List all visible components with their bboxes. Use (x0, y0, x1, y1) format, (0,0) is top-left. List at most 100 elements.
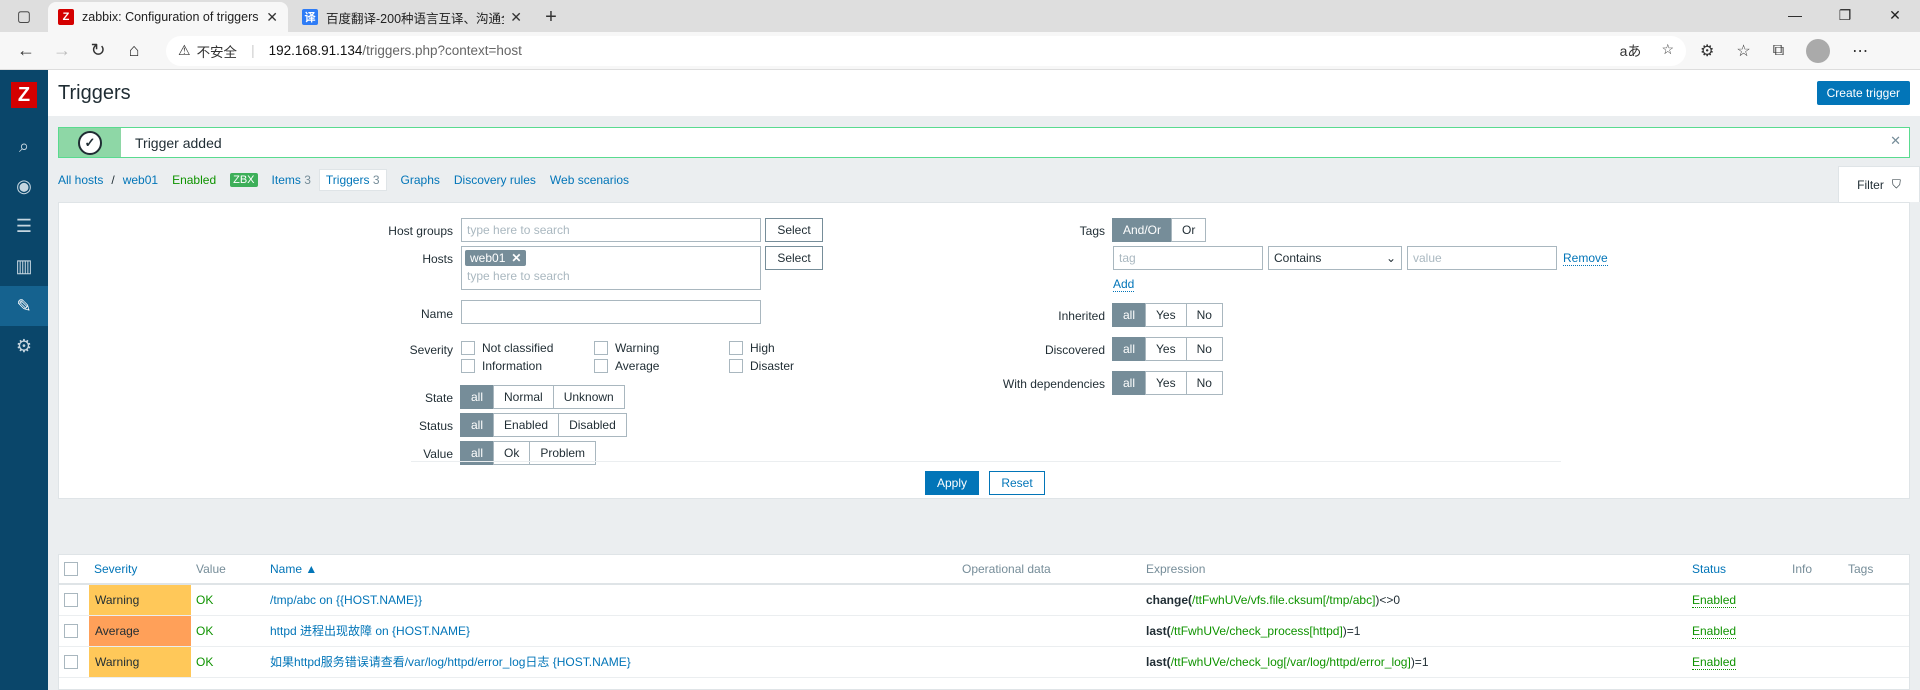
inherited-no[interactable]: No (1185, 303, 1223, 327)
tag-operator-select[interactable]: Contains ⌄ (1268, 246, 1402, 270)
trigger-name-link[interactable]: 如果httpd服务错误请查看/var/log/httpd/error_log日志… (270, 655, 631, 669)
host-groups-input[interactable]: type here to search (461, 218, 761, 242)
discovered-no[interactable]: No (1185, 337, 1223, 361)
status-all[interactable]: all (460, 413, 495, 437)
configuration-wrench-icon[interactable]: ✎ (0, 286, 48, 326)
close-window-icon[interactable]: ✕ (1870, 0, 1920, 30)
state-normal[interactable]: Normal (493, 385, 554, 409)
status-toggle-link[interactable]: Enabled (1692, 623, 1737, 639)
remove-chip-icon[interactable]: ✕ (511, 251, 521, 265)
administration-gear-icon[interactable]: ⚙ (0, 326, 48, 366)
discovered-all[interactable]: all (1112, 337, 1147, 361)
row-checkbox[interactable] (64, 654, 89, 669)
forward-icon[interactable]: → (44, 33, 80, 69)
nav-discovery-rules[interactable]: Discovery rules (454, 173, 536, 187)
apply-button[interactable]: Apply (925, 471, 979, 495)
restore-icon[interactable]: ❐ (1820, 0, 1870, 30)
dependencies-yes[interactable]: Yes (1145, 371, 1187, 395)
select-all-checkbox[interactable] (64, 562, 89, 576)
status-toggle-link[interactable]: Enabled (1692, 654, 1737, 670)
search-icon[interactable]: ⌕ (0, 126, 48, 166)
tag-name-input[interactable]: tag (1113, 246, 1263, 270)
more-menu-icon[interactable]: ⋯ (1852, 41, 1868, 61)
state-all[interactable]: all (460, 385, 495, 409)
tags-and-or[interactable]: And/Or (1112, 218, 1173, 242)
nav-items[interactable]: Items 3 (272, 173, 311, 187)
home-icon[interactable]: ⌂ (116, 33, 152, 69)
tab-actions-icon[interactable]: ▢ (0, 0, 48, 32)
browser-tab-baidu[interactable]: 译 百度翻译-200种语言互译、沟通全... ✕ (292, 2, 532, 32)
zabbix-logo[interactable]: Z (11, 82, 37, 108)
tag-remove-link[interactable]: Remove (1563, 251, 1608, 266)
row-checkbox[interactable] (64, 623, 89, 638)
col-severity[interactable]: Severity (89, 555, 191, 585)
tags-cell (1843, 584, 1909, 616)
inherited-all[interactable]: all (1112, 303, 1147, 327)
favorites-icon[interactable]: ☆ (1736, 41, 1750, 61)
host-status-enabled[interactable]: Enabled (172, 173, 216, 187)
close-message-icon[interactable]: ✕ (1890, 133, 1901, 149)
reset-button[interactable]: Reset (989, 471, 1045, 495)
close-tab-icon[interactable]: ✕ (266, 9, 278, 26)
breadcrumb-all-hosts[interactable]: All hosts (58, 173, 103, 187)
trigger-name-link[interactable]: httpd 进程出现故障 on {HOST.NAME} (270, 624, 470, 638)
back-icon[interactable]: ← (8, 33, 44, 69)
status-enabled[interactable]: Enabled (493, 413, 560, 437)
severity-warning-checkbox[interactable]: Warning (594, 341, 729, 355)
nav-web-scenarios[interactable]: Web scenarios (550, 173, 629, 187)
severity-information-checkbox[interactable]: Information (461, 359, 594, 373)
browser-tab-zabbix[interactable]: Z zabbix: Configuration of triggers ✕ (48, 2, 288, 32)
expression-item-link[interactable]: /ttFwhUVe/check_process[httpd] (1171, 624, 1343, 638)
url-field[interactable]: ⚠ 不安全 | 192.168.91.134 /triggers.php?con… (166, 35, 1686, 66)
hosts-search-input[interactable]: type here to search (465, 269, 757, 283)
extensions-icon[interactable]: ⚙ (1700, 41, 1714, 61)
discovered-yes[interactable]: Yes (1145, 337, 1187, 361)
inventory-list-icon[interactable]: ☰ (0, 206, 48, 246)
breadcrumb-host[interactable]: web01 (123, 173, 158, 187)
state-segmented: all Normal Unknown (460, 385, 625, 409)
toolbar-icons: ⚙ ☆ ⧉ ⋯ (1700, 38, 1868, 63)
state-unknown[interactable]: Unknown (552, 385, 625, 409)
severity-option-label: Disaster (750, 359, 795, 373)
trigger-name-link[interactable]: /tmp/abc on {{HOST.NAME}} (270, 593, 422, 607)
reload-icon[interactable]: ↻ (80, 33, 116, 69)
severity-high-checkbox[interactable]: High (729, 341, 829, 355)
host-groups-select-button[interactable]: Select (765, 218, 823, 242)
tags-or[interactable]: Or (1171, 218, 1207, 242)
collections-icon[interactable]: ⧉ (1773, 42, 1784, 60)
tag-add-link[interactable]: Add (1113, 277, 1135, 292)
inherited-yes[interactable]: Yes (1145, 303, 1187, 327)
profile-avatar-icon[interactable] (1806, 38, 1831, 63)
inherited-segmented: all Yes No (1112, 303, 1223, 327)
severity-average-checkbox[interactable]: Average (594, 359, 729, 373)
hosts-select-button[interactable]: Select (765, 246, 823, 270)
minimize-icon[interactable]: — (1770, 0, 1820, 30)
expression-item-link[interactable]: /ttFwhUVe/vfs.file.cksum[/tmp/abc] (1192, 593, 1375, 607)
reports-chart-icon[interactable]: ▥ (0, 246, 48, 286)
nav-graphs[interactable]: Graphs (401, 173, 440, 187)
monitoring-eye-icon[interactable]: ◉ (0, 166, 48, 206)
info-cell (1787, 646, 1843, 678)
name-input[interactable] (461, 300, 761, 324)
severity-disaster-checkbox[interactable]: Disaster (729, 359, 829, 373)
warning-icon: ⚠ (178, 42, 191, 58)
expression-item-link[interactable]: /ttFwhUVe/check_log[/var/log/httpd/error… (1171, 655, 1411, 669)
col-status[interactable]: Status (1687, 555, 1787, 585)
status-disabled[interactable]: Disabled (558, 413, 627, 437)
read-aloud-icon[interactable]: aあ (1620, 41, 1642, 61)
dependencies-no[interactable]: No (1185, 371, 1223, 395)
nav-triggers[interactable]: Triggers 3 (318, 169, 387, 191)
severity-not-classified-checkbox[interactable]: Not classified (461, 341, 594, 355)
close-tab-icon[interactable]: ✕ (510, 9, 522, 26)
status-toggle-link[interactable]: Enabled (1692, 592, 1737, 608)
new-tab-icon[interactable]: + (536, 2, 566, 32)
dependencies-all[interactable]: all (1112, 371, 1147, 395)
favorite-add-icon[interactable]: ☆ (1661, 41, 1674, 61)
create-trigger-button[interactable]: Create trigger (1816, 81, 1910, 105)
col-name[interactable]: Name ▲ (265, 555, 957, 585)
tag-value-input[interactable]: value (1407, 246, 1557, 270)
row-checkbox[interactable] (64, 592, 89, 607)
select-all-cell (59, 555, 89, 585)
hosts-multiselect[interactable]: web01 ✕ type here to search (461, 246, 761, 290)
filter-tab[interactable]: Filter ⛉ (1838, 166, 1920, 202)
